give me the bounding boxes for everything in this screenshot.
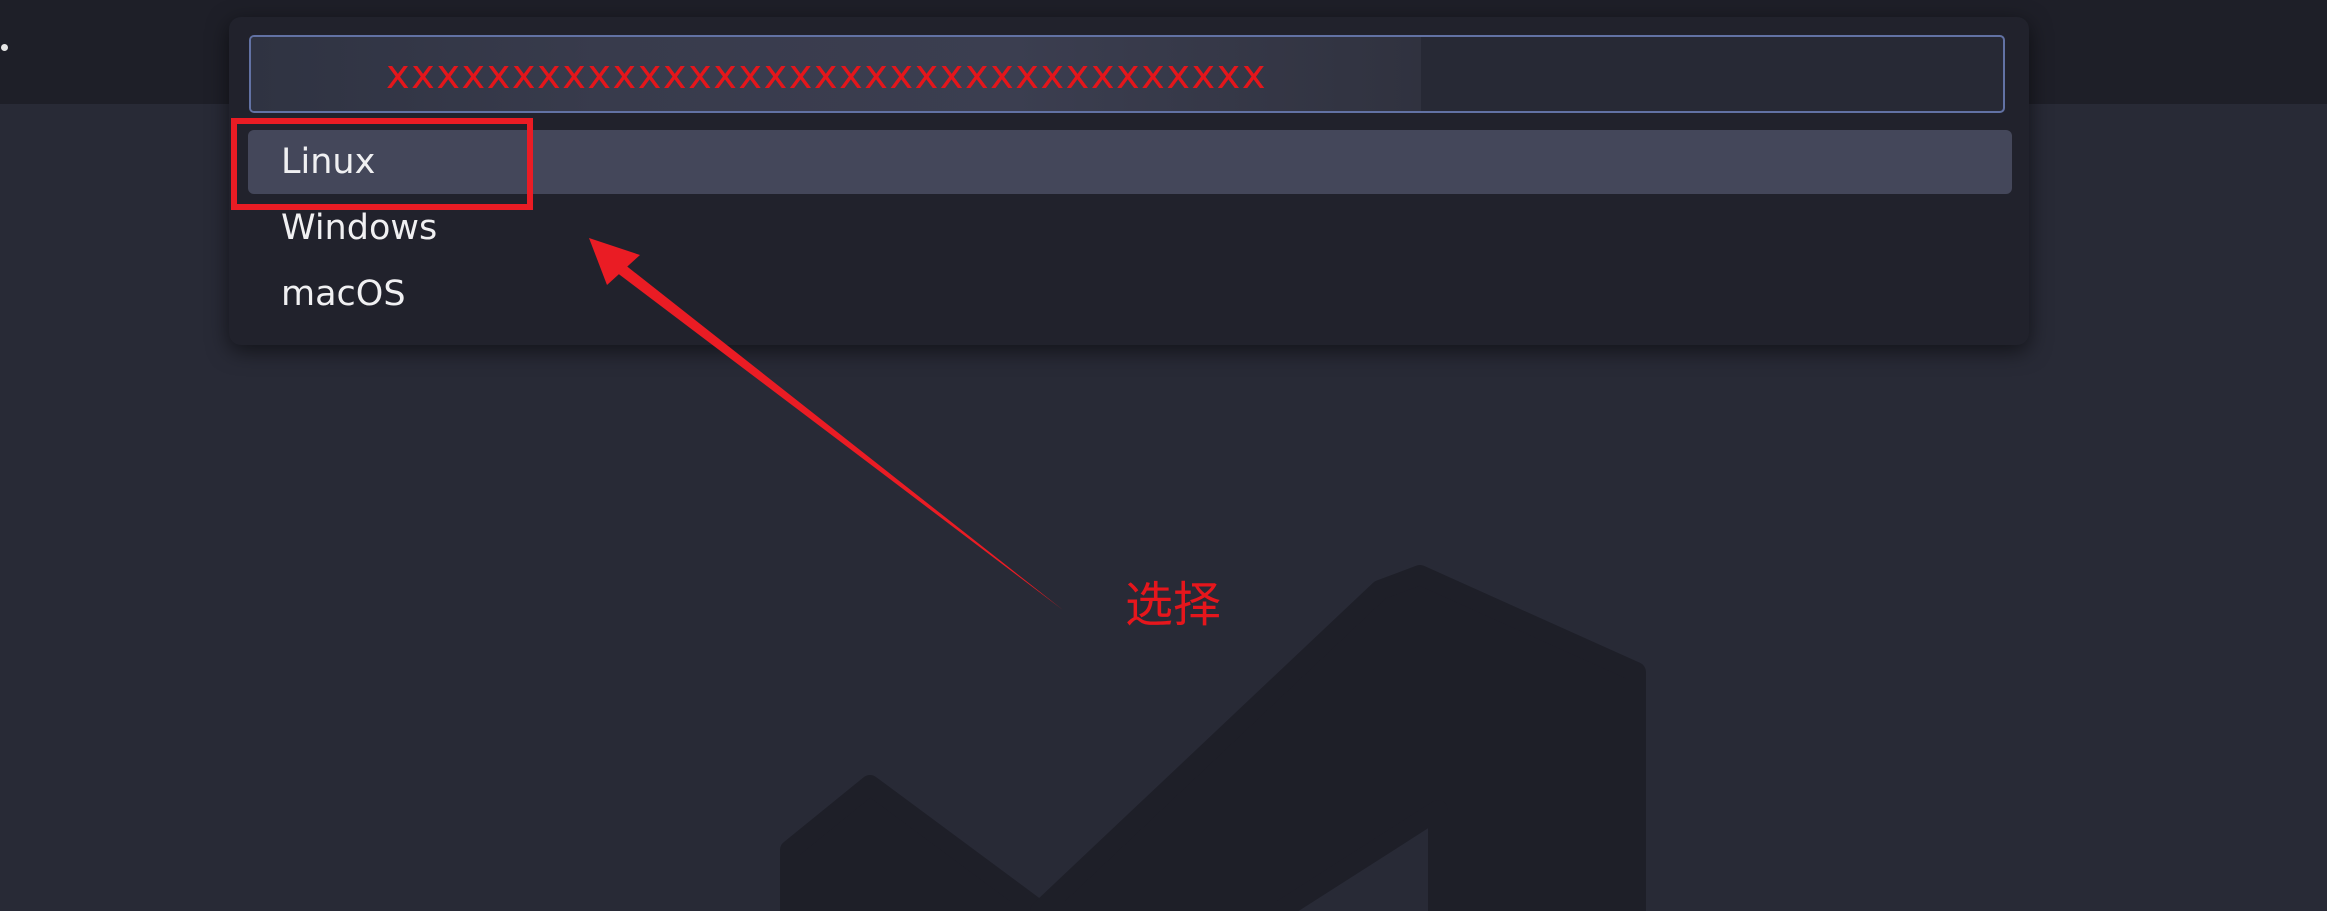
red-arrow-icon [589,238,1063,610]
annotation-label: 选择 [1125,577,1222,633]
